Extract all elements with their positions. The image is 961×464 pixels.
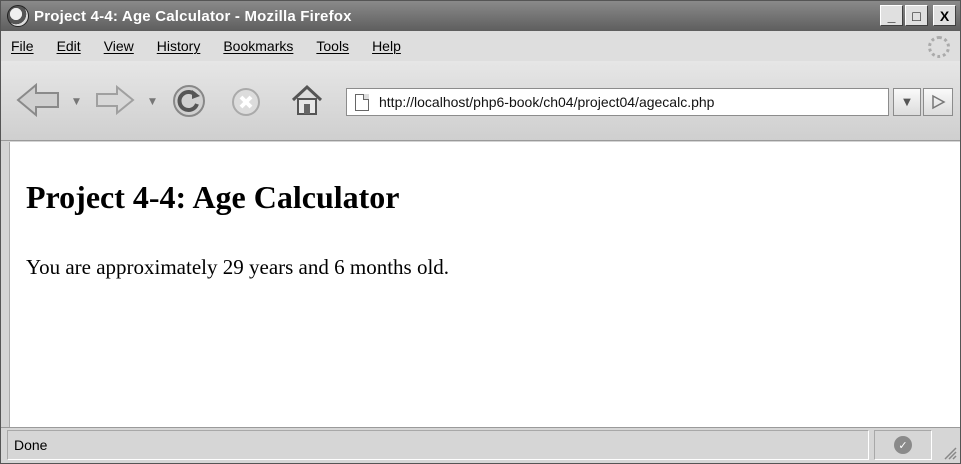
chevron-down-icon: ▼: [903, 96, 911, 108]
home-button[interactable]: [287, 81, 327, 119]
menu-view[interactable]: View: [104, 38, 134, 54]
close-icon: X: [939, 7, 950, 24]
browser-window: Project 4-4: Age Calculator - Mozilla Fi…: [0, 0, 961, 464]
menu-help[interactable]: Help: [372, 38, 401, 54]
minimize-button[interactable]: _: [880, 5, 903, 26]
minimize-icon: _: [887, 7, 896, 24]
forward-button[interactable]: [93, 83, 137, 117]
resize-grip-icon[interactable]: [941, 444, 957, 460]
navigation-toolbar: ▼ ▼ http://localhost/php6-book/ch04/proj…: [1, 61, 960, 141]
reload-icon: [173, 85, 205, 117]
page-icon: [355, 93, 369, 111]
back-button[interactable]: [15, 81, 63, 119]
title-bar[interactable]: Project 4-4: Age Calculator - Mozilla Fi…: [1, 1, 960, 31]
reload-button[interactable]: [169, 83, 209, 119]
url-bar[interactable]: http://localhost/php6-book/ch04/project0…: [346, 88, 889, 116]
menu-bookmarks[interactable]: Bookmarks: [223, 38, 293, 54]
page-content: Project 4-4: Age Calculator You are appr…: [9, 142, 960, 427]
home-icon: [291, 84, 323, 115]
checkmark-icon: ✓: [894, 436, 912, 454]
menu-tools[interactable]: Tools: [316, 38, 349, 54]
url-history-dropdown[interactable]: ▼: [893, 88, 921, 116]
back-arrow-icon: [16, 83, 59, 117]
stop-button[interactable]: [229, 85, 263, 119]
go-icon: [932, 94, 946, 110]
menu-file[interactable]: File: [11, 38, 34, 54]
firefox-logo-icon: [7, 5, 29, 27]
back-dropdown-icon[interactable]: ▼: [73, 97, 80, 107]
menu-edit[interactable]: Edit: [57, 38, 81, 54]
forward-dropdown-icon[interactable]: ▼: [149, 97, 156, 107]
throbber-icon: [928, 36, 950, 58]
window-title: Project 4-4: Age Calculator - Mozilla Fi…: [34, 7, 352, 25]
window-controls: _ □ X: [880, 5, 956, 26]
url-text[interactable]: http://localhost/php6-book/ch04/project0…: [379, 94, 714, 110]
status-text: Done: [7, 430, 869, 460]
menu-bar: File Edit View History Bookmarks Tools H…: [1, 31, 960, 61]
status-bar: Done ✓: [1, 427, 960, 463]
maximize-icon: □: [912, 7, 921, 24]
stop-icon: [232, 88, 260, 116]
age-result: You are approximately 29 years and 6 mon…: [26, 255, 450, 279]
status-security-panel[interactable]: ✓: [874, 430, 932, 460]
menu-history[interactable]: History: [157, 38, 201, 54]
close-button[interactable]: X: [933, 5, 956, 26]
forward-arrow-icon: [96, 85, 135, 115]
page-title: Project 4-4: Age Calculator: [26, 179, 400, 215]
go-button[interactable]: [923, 88, 953, 116]
maximize-button[interactable]: □: [905, 5, 928, 26]
